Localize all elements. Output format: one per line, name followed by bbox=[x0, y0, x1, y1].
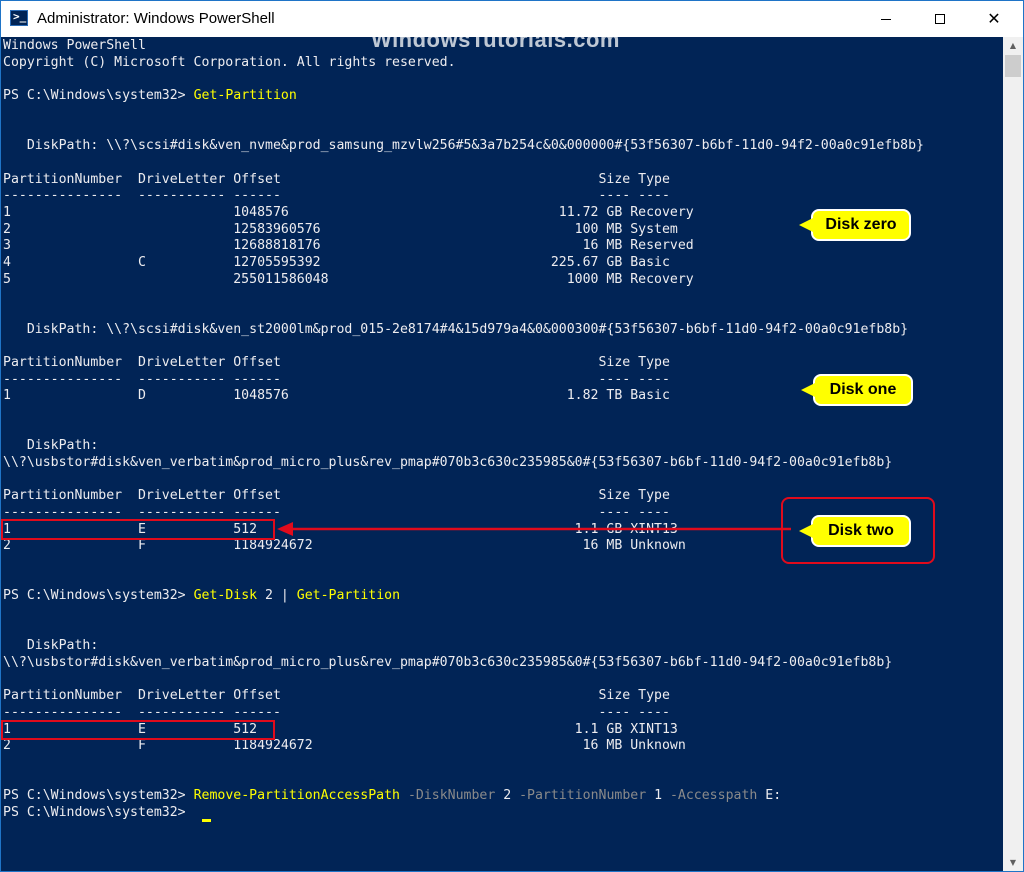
callout-disk-zero: Disk zero bbox=[799, 209, 911, 241]
console-output[interactable]: WindowsTutorials.com Windows PowerShell … bbox=[1, 37, 1003, 871]
callout-tail bbox=[801, 383, 815, 397]
annotation-arrow bbox=[277, 522, 791, 536]
minimize-button[interactable] bbox=[863, 1, 909, 37]
powershell-window: >_ Administrator: Windows PowerShell ✕ W… bbox=[0, 0, 1024, 872]
title-bar[interactable]: >_ Administrator: Windows PowerShell ✕ bbox=[1, 1, 1023, 37]
maximize-button[interactable] bbox=[917, 1, 963, 37]
callout-label: Disk two bbox=[828, 522, 894, 539]
minimize-icon bbox=[881, 18, 891, 20]
scrollbar-thumb[interactable] bbox=[1005, 55, 1021, 77]
vertical-scrollbar[interactable]: ▲ ▼ bbox=[1003, 37, 1023, 871]
callout-disk-one: Disk one bbox=[801, 374, 913, 406]
callout-tail bbox=[799, 218, 813, 232]
window-title: Administrator: Windows PowerShell bbox=[37, 10, 275, 27]
callout-tail bbox=[799, 524, 813, 538]
scroll-down-icon[interactable]: ▼ bbox=[1003, 854, 1023, 871]
maximize-icon bbox=[935, 14, 945, 24]
callout-label: Disk one bbox=[829, 381, 897, 398]
scroll-up-icon[interactable]: ▲ bbox=[1003, 37, 1023, 54]
arrow-head bbox=[277, 522, 293, 536]
callout-disk-two: Disk two bbox=[799, 515, 911, 547]
close-icon: ✕ bbox=[987, 9, 1001, 28]
callout-label: Disk zero bbox=[825, 216, 897, 233]
close-button[interactable]: ✕ bbox=[971, 1, 1017, 37]
powershell-icon[interactable]: >_ bbox=[10, 10, 28, 26]
